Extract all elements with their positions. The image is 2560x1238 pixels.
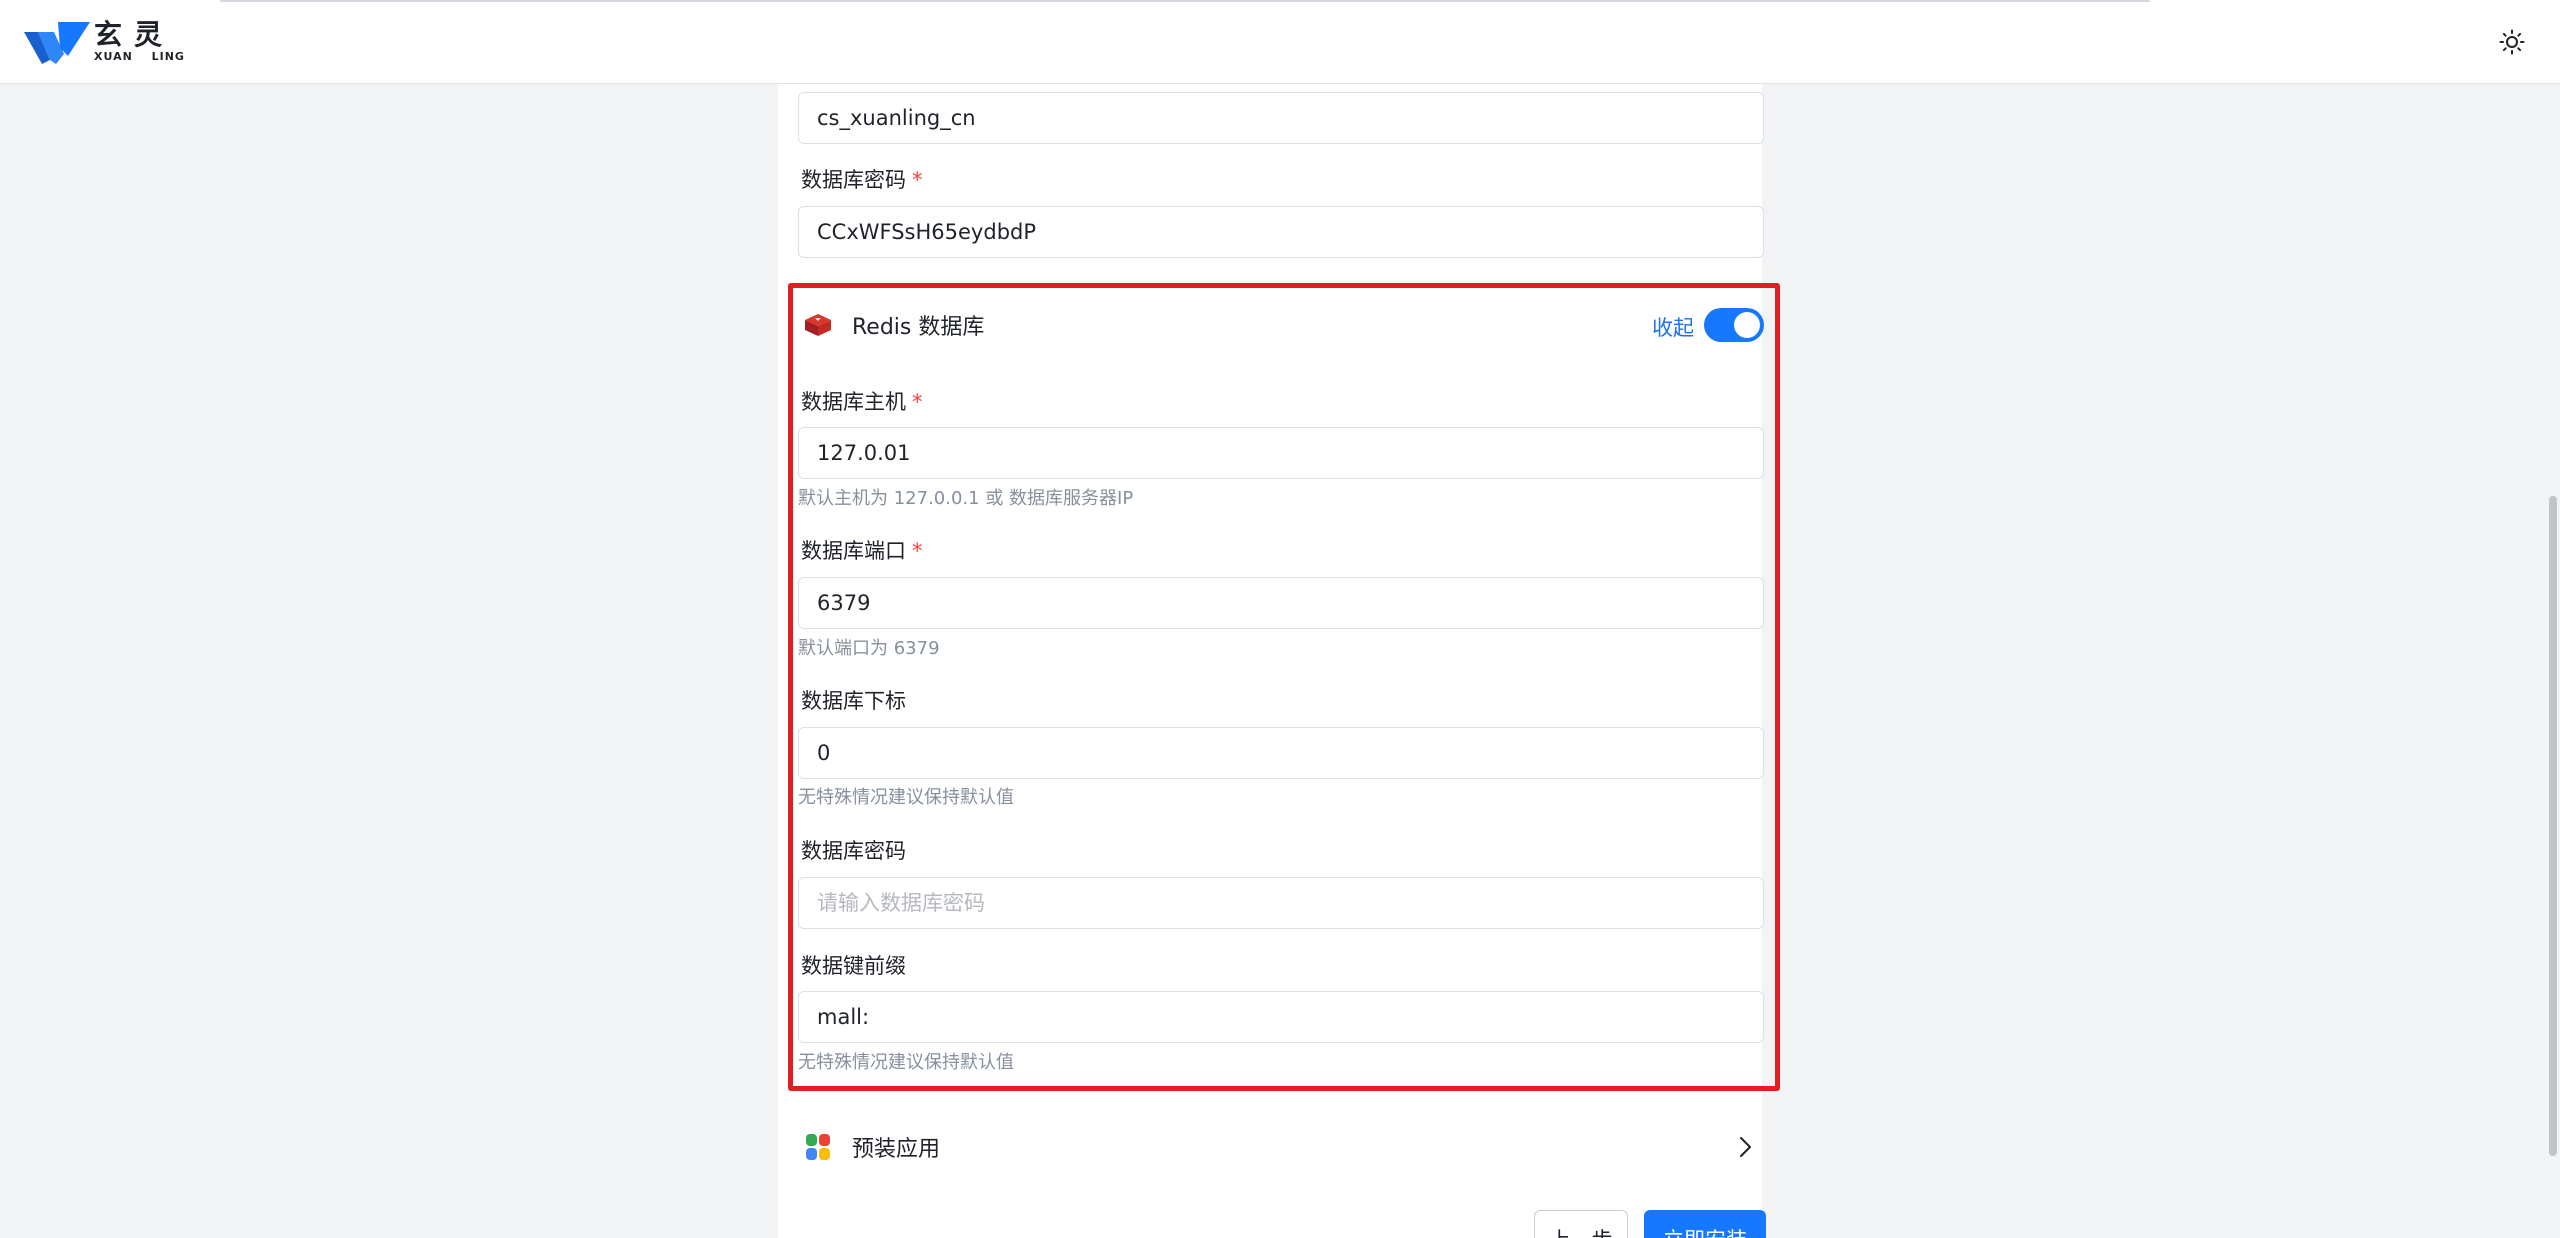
redis-index-input[interactable] — [798, 727, 1764, 779]
apps-grid-icon — [806, 1134, 830, 1160]
brand-name-cn: 玄灵 — [94, 18, 175, 51]
redis-port-input[interactable] — [798, 577, 1764, 629]
redis-port-hint: 默认端口为 6379 — [798, 638, 940, 659]
redis-section-title: Redis 数据库 — [852, 315, 985, 340]
page-scrollbar-thumb[interactable] — [2549, 496, 2557, 1156]
sun-icon — [2499, 29, 2525, 55]
redis-prefix-label: 数据键前缀 — [801, 954, 906, 978]
redis-host-hint: 默认主机为 127.0.0.1 或 数据库服务器IP — [798, 488, 1134, 509]
top-progress-line — [220, 0, 2150, 2]
db-password-input[interactable] — [798, 206, 1764, 258]
redis-port-label: 数据库端口 * — [801, 539, 923, 563]
redis-password-label: 数据库密码 — [801, 839, 906, 863]
db-user-input[interactable] — [798, 92, 1764, 144]
preinstall-apps-title: 预装应用 — [852, 1137, 941, 1162]
brand-logo[interactable]: 玄灵 XUAN LING — [24, 18, 185, 66]
preinstall-apps-row[interactable]: 预装应用 — [798, 1126, 1764, 1168]
redis-prefix-hint: 无特殊情况建议保持默认值 — [798, 1052, 1014, 1073]
xuanling-logo-icon — [24, 22, 90, 64]
redis-enable-toggle[interactable] — [1704, 308, 1764, 342]
redis-index-hint: 无特殊情况建议保持默认值 — [798, 787, 1014, 808]
redis-section-header: Redis 数据库 收起 — [798, 304, 1764, 346]
redis-host-label: 数据库主机 * — [801, 390, 923, 414]
db-password-label: 数据库密码 * — [801, 168, 923, 192]
theme-toggle-button[interactable] — [2496, 26, 2528, 58]
redis-index-label: 数据库下标 — [801, 689, 906, 713]
install-now-button[interactable]: 立即安装 — [1644, 1210, 1766, 1238]
redis-prefix-input[interactable] — [798, 991, 1764, 1043]
brand-name-en: XUAN LING — [94, 50, 185, 63]
chevron-right-icon — [1740, 1137, 1751, 1157]
redis-host-input[interactable] — [798, 427, 1764, 479]
collapse-link[interactable]: 收起 — [1652, 312, 1694, 342]
toggle-knob — [1734, 312, 1760, 338]
redis-password-input[interactable] — [798, 877, 1764, 929]
redis-cube-icon — [805, 314, 831, 336]
top-header: 玄灵 XUAN LING — [0, 0, 2560, 84]
prev-step-button[interactable]: 上一步 — [1534, 1210, 1628, 1238]
